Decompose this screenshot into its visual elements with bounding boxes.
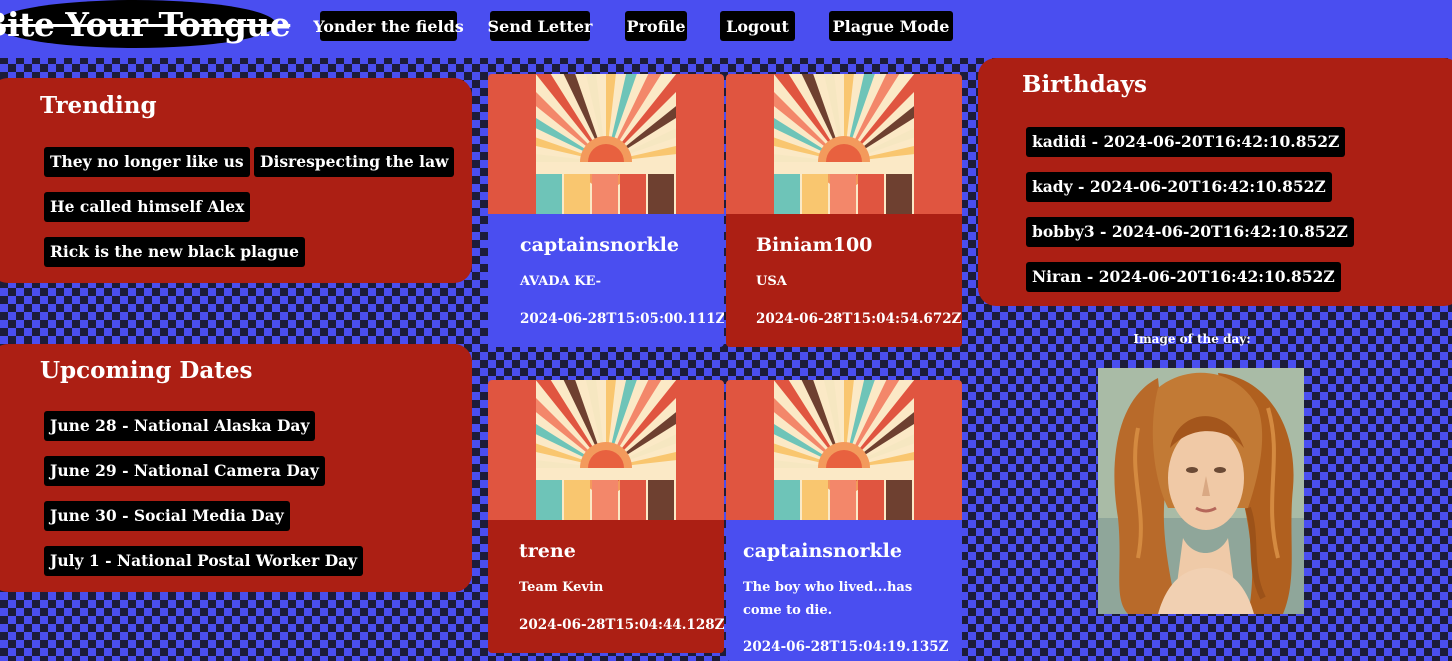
post-card[interactable]: captainsnorkle AVADA KE- 2024-06-28T15:0…	[488, 74, 724, 347]
post-username[interactable]: trene	[519, 540, 576, 562]
post-username[interactable]: captainsnorkle	[520, 234, 679, 256]
venus-portrait-image	[1098, 368, 1304, 614]
post-body: Biniam100 USA 2024-06-28T15:04:54.672Z	[726, 214, 962, 347]
nav-send-letter[interactable]: Send Letter	[488, 11, 592, 41]
trending-title: Trending	[40, 92, 157, 119]
nav-profile[interactable]: Profile	[625, 11, 687, 41]
post-image	[726, 380, 962, 520]
post-content: AVADA KE-	[520, 274, 602, 289]
birthday-item: bobby3 - 2024-06-20T16:42:10.852Z	[1026, 217, 1354, 247]
site-logo[interactable]: Bite Your Tongue	[0, 0, 291, 48]
birthday-item: Niran - 2024-06-20T16:42:10.852Z	[1026, 262, 1341, 292]
post-username[interactable]: Biniam100	[756, 234, 872, 256]
post-date: 2024-06-28T15:04:44.128Z	[519, 617, 724, 633]
nav-logout[interactable]: Logout	[720, 11, 795, 41]
trending-item[interactable]: Rick is the new black plague	[44, 237, 305, 267]
post-username[interactable]: captainsnorkle	[743, 540, 902, 562]
sunburst-palette-image	[774, 380, 914, 520]
post-date: 2024-06-28T15:05:00.111Z	[520, 311, 724, 327]
upcoming-date-item: July 1 - National Postal Worker Day	[44, 546, 364, 576]
upcoming-date-item: June 29 - National Camera Day	[44, 456, 325, 486]
post-content: USA	[756, 274, 787, 289]
trending-item[interactable]: He called himself Alex	[44, 192, 251, 222]
post-body: captainsnorkle The boy who lived...has c…	[726, 520, 962, 661]
post-content: Team Kevin	[519, 580, 604, 595]
post-date: 2024-06-28T15:04:54.672Z	[756, 311, 962, 327]
upcoming-date-item: June 30 - Social Media Day	[44, 501, 290, 531]
trending-panel: Trending They no longer like us Disrespe…	[0, 78, 472, 283]
post-content: The boy who lived...has come to die.	[743, 580, 913, 618]
post-image	[726, 74, 962, 214]
upcoming-date-item: June 28 - National Alaska Day	[44, 411, 316, 441]
post-image	[488, 74, 724, 214]
birthday-item: kady - 2024-06-20T16:42:10.852Z	[1026, 172, 1332, 202]
post-body: captainsnorkle AVADA KE- 2024-06-28T15:0…	[488, 214, 724, 347]
sunburst-palette-image	[536, 74, 676, 214]
sunburst-palette-image	[774, 74, 914, 214]
trending-item[interactable]: They no longer like us	[44, 147, 250, 177]
post-card[interactable]: Biniam100 USA 2024-06-28T15:04:54.672Z	[726, 74, 962, 347]
birthdays-title: Birthdays	[1022, 71, 1147, 98]
post-card[interactable]: trene Team Kevin 2024-06-28T15:04:44.128…	[488, 380, 724, 653]
upcoming-dates-title: Upcoming Dates	[40, 357, 253, 384]
image-of-day-label: Image of the day:	[1133, 332, 1251, 346]
birthdays-panel: Birthdays kadidi - 2024-06-20T16:42:10.8…	[978, 58, 1452, 306]
sunburst-palette-image	[536, 380, 676, 520]
post-card[interactable]: captainsnorkle The boy who lived...has c…	[726, 380, 962, 661]
birthday-item: kadidi - 2024-06-20T16:42:10.852Z	[1026, 127, 1346, 157]
post-body: trene Team Kevin 2024-06-28T15:04:44.128…	[488, 520, 724, 653]
nav-yonder-the-fields[interactable]: Yonder the fields	[313, 11, 464, 41]
trending-item[interactable]: Disrespecting the law	[254, 147, 455, 177]
image-of-day	[1098, 368, 1304, 614]
nav-plague-mode[interactable]: Plague Mode	[829, 11, 953, 41]
post-date: 2024-06-28T15:04:19.135Z	[743, 639, 949, 655]
upcoming-dates-panel: Upcoming Dates June 28 - National Alaska…	[0, 344, 472, 592]
post-image	[488, 380, 724, 520]
